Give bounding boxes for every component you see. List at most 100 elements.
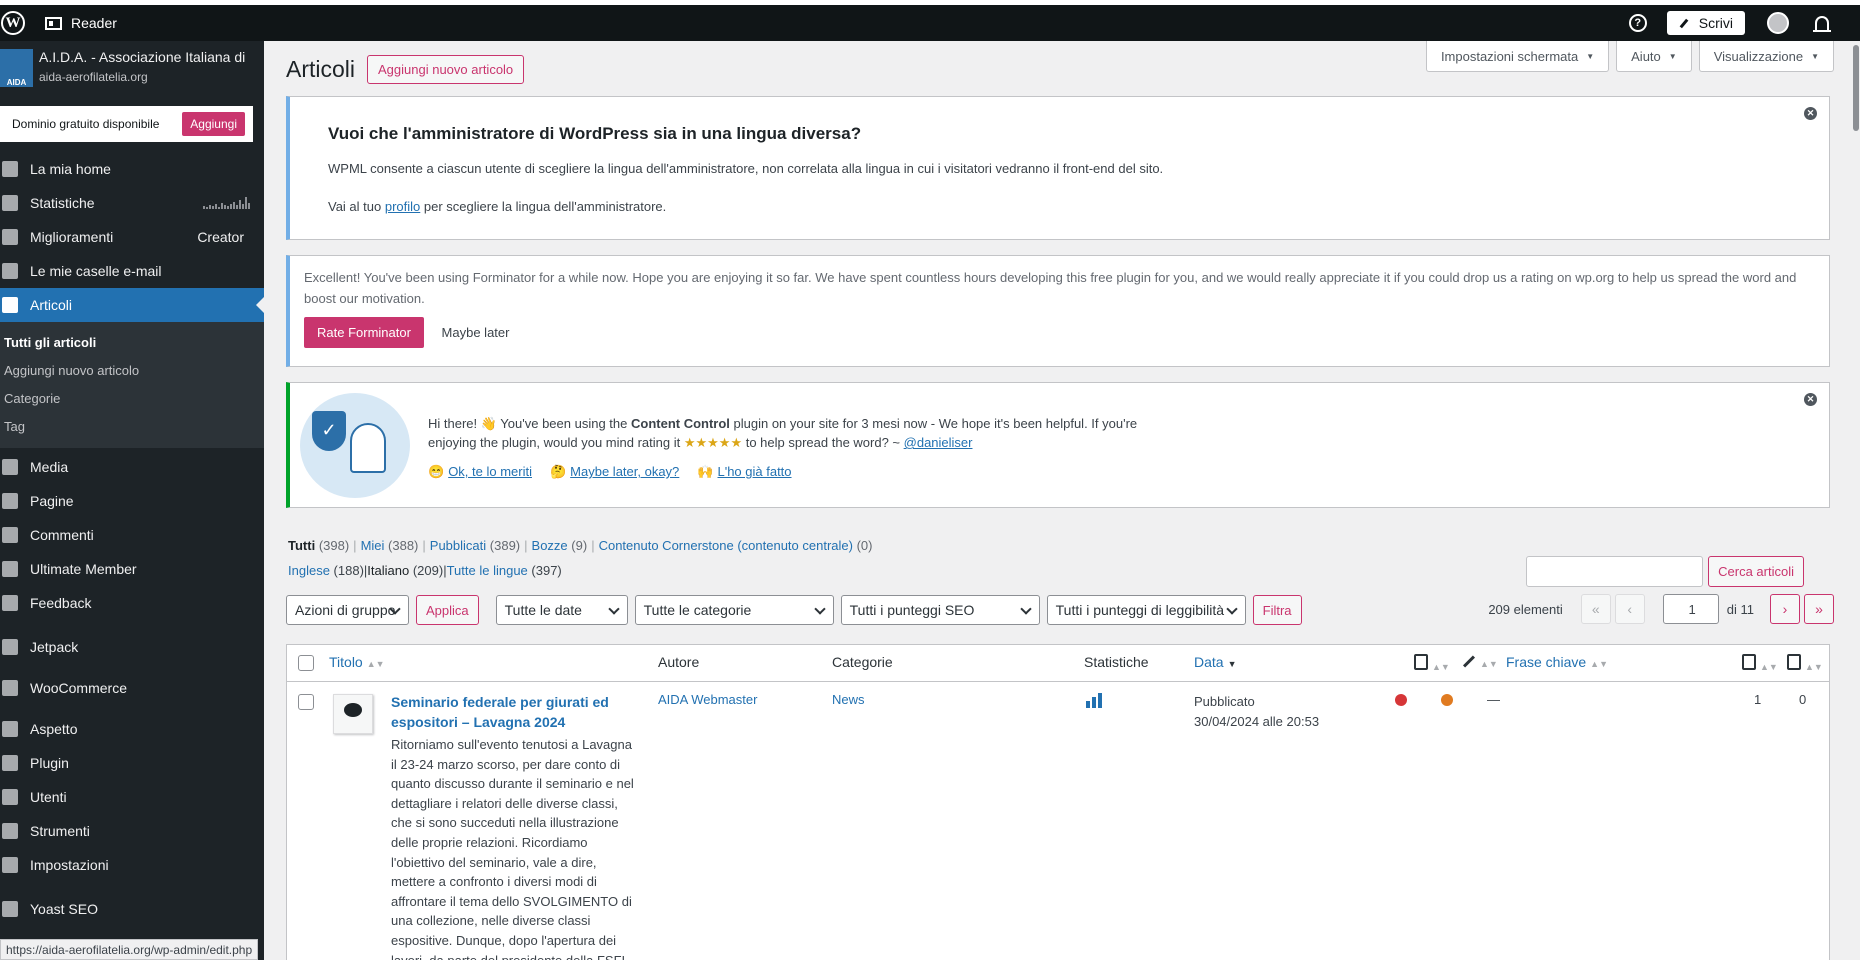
maybe-later-link[interactable]: Maybe later [442,325,510,340]
tools-icon [2,823,18,839]
content-control-text: Hi there! 👋 You've been using the Conten… [428,416,1138,450]
view-link[interactable]: Miei [361,538,385,553]
write-button[interactable]: Scrivi [1666,11,1745,35]
scrollbar[interactable] [1852,41,1860,960]
view-link[interactable]: Inglese [288,563,330,578]
sidebar-item-label: Strumenti [30,823,90,839]
submenu-item[interactable]: Tag [0,412,264,440]
view-link[interactable]: Italiano [367,563,409,578]
post-status-views: Tutti (398) | Miei (388) | Pubblicati (389) |… [288,538,872,553]
cc-action[interactable]: 😁 Ok, te lo meriti [428,464,532,480]
submenu-item[interactable]: Aggiungi nuovo articolo [0,356,264,384]
sidebar-item-media[interactable]: Media [0,450,264,484]
home-icon [2,161,18,177]
col-links-out[interactable]: ▲▼ [1787,654,1823,673]
col-title[interactable]: Titolo ▲▼ [329,654,385,670]
admin-sidebar: AIDA A.I.D.A. - Associazione Italiana di… [0,41,264,960]
sidebar-item-user[interactable]: Ultimate Member [0,552,264,586]
search-input[interactable] [1526,556,1704,587]
total-pages: di 11 [1726,601,1754,617]
feather-icon [1462,655,1476,668]
profile-link[interactable]: profilo [385,199,420,214]
screen-option-tab[interactable]: Visualizzazione [1698,41,1834,72]
category-filter-select[interactable]: Tutte le categorie [634,595,834,625]
sidebar-item-jetpack[interactable]: Jetpack [0,630,264,664]
add-domain-button[interactable]: Aggiungi [182,112,245,136]
sidebar-item-plugin[interactable]: Plugin [0,746,264,780]
stats-bars-icon[interactable] [1086,692,1102,708]
post-title-link[interactable]: Seminario federale per giurati ed esposi… [391,692,611,732]
view-link[interactable]: Tutti [288,538,315,553]
links-in-count: 1 [1754,692,1762,707]
screen-option-tab[interactable]: Impostazioni schermata [1425,41,1610,72]
sidebar-item-stats[interactable]: Statistiche [0,186,264,220]
current-page-input[interactable]: 1 [1662,594,1719,624]
reader-link[interactable]: Reader [45,15,117,31]
screen-option-tab[interactable]: Aiuto [1616,41,1692,72]
last-page-button[interactable]: » [1804,594,1834,624]
col-keyphrase[interactable]: Frase chiave ▲▼ [1506,654,1608,670]
excerpt-line: Ritorniamo sull'evento tenutosi a Lavagn… [391,737,632,752]
dismiss-icon[interactable]: ✕ [1804,393,1817,406]
dismiss-icon[interactable]: ✕ [1804,107,1817,120]
search-posts-button[interactable]: Cerca articoli [1708,556,1804,587]
cc-action-link[interactable]: Maybe later, okay? [570,464,679,479]
sidebar-item-mail[interactable]: Le mie caselle e-mail [0,254,264,288]
cc-action-link[interactable]: Ok, te lo meriti [448,464,532,479]
separator: | [524,538,528,553]
view-link[interactable]: Pubblicati [430,538,486,553]
sidebar-item-cart[interactable]: Miglioramenti Creator [0,220,264,254]
sidebar-item-label: Feedback [30,595,92,611]
rate-forminator-button[interactable]: Rate Forminator [304,317,424,348]
sidebar-item-tools[interactable]: Strumenti [0,814,264,848]
submenu-item[interactable]: Categorie [0,384,264,412]
wpml-notice-title: Vuoi che l'amministratore di WordPress s… [328,124,862,143]
sidebar-item-feedback[interactable]: Feedback [0,586,264,620]
filter-button[interactable]: Filtra [1252,595,1302,625]
view-count: (9) [571,538,588,553]
view-link[interactable]: Tutte le lingue [447,563,528,578]
seo-score-dot [1395,694,1407,706]
help-icon[interactable]: ? [1628,14,1647,32]
sidebar-item-yoast[interactable]: Yoast SEO [0,892,264,926]
view-link[interactable]: Bozze [532,538,568,553]
post-category-link[interactable]: News [832,692,865,707]
col-date[interactable]: Data ▼ [1194,654,1237,670]
notifications-bell-icon[interactable] [1813,16,1831,32]
sidebar-item-brush[interactable]: Aspetto [0,712,264,746]
brush-icon [2,721,18,737]
sidebar-item-page[interactable]: Pagine [0,484,264,518]
site-header[interactable]: AIDA A.I.D.A. - Associazione Italiana di… [0,41,264,99]
col-seo[interactable]: ▲▼ [1414,654,1450,673]
submenu-item[interactable]: Tutti gli articoli [0,328,264,356]
users-icon [2,789,18,805]
col-readability[interactable]: ▲▼ [1462,654,1498,670]
sidebar-item-users[interactable]: Utenti [0,780,264,814]
bulk-actions-select[interactable]: Azioni di gruppo [286,595,409,625]
row-checkbox[interactable] [298,694,314,710]
sidebar-item-pin[interactable]: Articoli [0,288,264,322]
select-all-checkbox[interactable] [298,655,314,671]
seo-filter-select[interactable]: Tutti i punteggi SEO [840,595,1040,625]
cc-action[interactable]: 🤔 Maybe later, okay? [550,464,679,480]
sidebar-item-home[interactable]: La mia home [0,152,264,186]
view-link[interactable]: Contenuto Cornerstone (contenuto central… [599,538,853,553]
post-author-link[interactable]: AIDA Webmaster [658,692,757,707]
wordpress-logo-icon[interactable]: W [1,11,25,35]
date-filter-select[interactable]: Tutte le date [495,595,628,625]
articoli-submenu: Tutti gli articoli Aggiungi nuovo articol… [0,322,264,448]
sidebar-item-woo[interactable]: WooCommerce [0,671,264,705]
sidebar-item-comment[interactable]: Commenti [0,518,264,552]
next-page-button[interactable]: › [1770,594,1800,624]
cc-action-link[interactable]: L'ho già fatto [717,464,791,479]
col-links-in[interactable]: ▲▼ [1742,654,1778,673]
author-link[interactable]: @danieliser [904,435,973,450]
sidebar-item-label: Jetpack [30,639,79,655]
avatar[interactable] [1767,12,1789,34]
internal-links-icon [1742,654,1756,670]
readability-filter-select[interactable]: Tutti i punteggi di leggibilità [1046,595,1246,625]
apply-button[interactable]: Applica [416,595,479,625]
add-new-post-button[interactable]: Aggiungi nuovo articolo [367,55,525,84]
sidebar-item-settings[interactable]: Impostazioni [0,848,264,882]
cc-action[interactable]: 🙌 L'ho già fatto [697,464,791,480]
